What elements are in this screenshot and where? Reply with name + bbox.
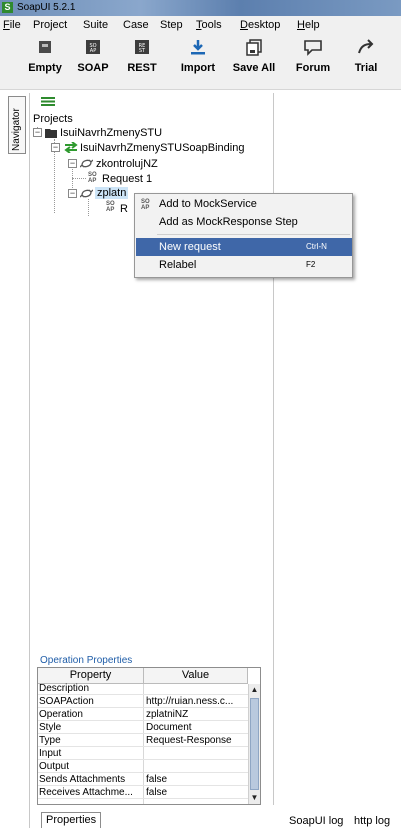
import-button[interactable]: Import bbox=[173, 38, 223, 74]
column-header-value[interactable]: Value bbox=[144, 668, 248, 684]
menu-item-shortcut: F2 bbox=[306, 260, 316, 269]
binding-collapse-toggle[interactable]: − bbox=[51, 143, 60, 152]
save-all-icon bbox=[246, 39, 262, 56]
operation-properties-title: Operation Properties bbox=[40, 655, 133, 666]
column-header-property[interactable]: Property bbox=[38, 668, 144, 684]
soap-request-icon: SO AP bbox=[88, 172, 97, 184]
soap-project-icon: SOAP bbox=[86, 40, 100, 54]
tree-project[interactable]: IsuiNavrhZmenySTU bbox=[60, 127, 162, 139]
tree-operation-zkontrolujnz[interactable]: zkontrolujNZ bbox=[96, 158, 158, 170]
window-title: SoapUI 5.2.1 bbox=[17, 2, 76, 13]
empty-button-label: Empty bbox=[28, 62, 62, 74]
save-all-button[interactable]: Save All bbox=[229, 38, 279, 74]
soapui-log-tab[interactable]: SoapUI log bbox=[289, 815, 343, 827]
operation-icon bbox=[80, 159, 93, 168]
tree-connector bbox=[88, 199, 89, 216]
context-menu: SO AP Add to MockService Add as MockRespo… bbox=[134, 193, 353, 278]
menu-project[interactable]: Project bbox=[33, 19, 67, 31]
menu-item-new-request[interactable]: New request Ctrl-N bbox=[136, 238, 352, 256]
menu-file[interactable]: File bbox=[3, 19, 21, 31]
save-all-button-label: Save All bbox=[232, 62, 276, 74]
scroll-up-arrow-icon[interactable]: ▲ bbox=[249, 684, 260, 696]
menu-item-label: Add as MockResponse Step bbox=[159, 216, 298, 228]
tree-view-icon[interactable] bbox=[41, 97, 55, 106]
menu-help[interactable]: Help bbox=[297, 19, 320, 31]
import-download-icon bbox=[191, 40, 205, 55]
project-folder-icon bbox=[45, 129, 57, 138]
menu-item-label: Relabel bbox=[159, 259, 197, 271]
soap-button[interactable]: SO AP SOAP bbox=[68, 38, 118, 74]
table-row[interactable]: Operation zplatniNZ bbox=[38, 709, 248, 721]
tree-binding[interactable]: IsuiNavrhZmenySTUSoapBinding bbox=[80, 142, 244, 154]
menu-item-shortcut: Ctrl-N bbox=[306, 242, 327, 251]
menu-item-add-as-mockresponse-step[interactable]: Add as MockResponse Step bbox=[136, 213, 352, 231]
soap-button-label: SOAP bbox=[77, 62, 109, 74]
trial-button[interactable]: Trial bbox=[341, 38, 391, 74]
table-row[interactable]: Sends Attachments false bbox=[38, 774, 248, 786]
import-button-label: Import bbox=[180, 62, 216, 74]
navigator-tab[interactable]: Navigator bbox=[8, 96, 26, 154]
menu-suite[interactable]: Suite bbox=[83, 19, 108, 31]
soapui-app-icon: S bbox=[2, 2, 13, 13]
forum-button[interactable]: Forum bbox=[288, 38, 338, 74]
http-log-tab[interactable]: http log bbox=[354, 815, 390, 827]
properties-scrollbar[interactable]: ▲ ▼ bbox=[248, 684, 260, 804]
interface-binding-icon bbox=[64, 142, 78, 153]
menu-case[interactable]: Case bbox=[123, 19, 149, 31]
trial-arrow-icon bbox=[358, 39, 374, 54]
svg-text:AP: AP bbox=[90, 48, 96, 54]
rest-project-icon: REST bbox=[135, 40, 149, 54]
soap-request-icon: SO AP bbox=[106, 201, 115, 213]
table-row[interactable]: Receives Attachme... false bbox=[38, 787, 248, 799]
menu-item-add-to-mockservice[interactable]: SO AP Add to MockService bbox=[136, 195, 352, 213]
navigator-tab-label: Navigator bbox=[11, 108, 22, 151]
menu-item-label: Add to MockService bbox=[159, 198, 257, 210]
properties-tab[interactable]: Properties bbox=[41, 812, 102, 828]
menu-item-label: New request bbox=[159, 241, 221, 253]
forum-chat-icon bbox=[304, 40, 322, 56]
menu-bar: File Project Suite Case Step Tools Deskt… bbox=[0, 16, 401, 34]
operation1-collapse-toggle[interactable]: − bbox=[68, 159, 77, 168]
table-row[interactable]: Style Document bbox=[38, 722, 248, 734]
menu-separator bbox=[157, 234, 350, 235]
operation-icon bbox=[80, 189, 93, 198]
table-row[interactable]: SOAPAction http://ruian.ness.c... bbox=[38, 696, 248, 708]
scroll-thumb[interactable] bbox=[250, 698, 259, 790]
menu-tools[interactable]: Tools bbox=[196, 19, 222, 31]
tree-operation-zplatninz-selected[interactable]: zplatn bbox=[95, 187, 129, 199]
menu-desktop[interactable]: Desktop bbox=[240, 19, 280, 31]
tree-connector bbox=[72, 178, 86, 179]
toolbar: Empty SO AP SOAP RE ST REST Import Save Al… bbox=[0, 34, 401, 90]
table-row[interactable]: Description bbox=[38, 683, 248, 695]
operation2-collapse-toggle[interactable]: − bbox=[68, 189, 77, 198]
empty-button[interactable]: Empty bbox=[20, 38, 70, 74]
trial-button-label: Trial bbox=[354, 62, 378, 74]
table-row[interactable]: Output bbox=[38, 761, 248, 773]
scroll-down-arrow-icon[interactable]: ▼ bbox=[249, 792, 260, 804]
table-row[interactable]: Input bbox=[38, 748, 248, 760]
table-row[interactable]: Type Request-Response bbox=[38, 735, 248, 747]
properties-table: Property Value Description SOAPAction htt… bbox=[37, 667, 261, 805]
tree-root-projects[interactable]: Projects bbox=[33, 113, 73, 125]
title-bar: S SoapUI 5.2.1 bbox=[0, 0, 401, 16]
rest-button-label: REST bbox=[127, 62, 157, 74]
project-collapse-toggle[interactable]: − bbox=[33, 128, 42, 137]
navigator-divider bbox=[29, 93, 30, 828]
tree-request-1[interactable]: Request 1 bbox=[102, 173, 152, 185]
rest-button[interactable]: RE ST REST bbox=[117, 38, 167, 74]
menu-step[interactable]: Step bbox=[160, 19, 183, 31]
forum-button-label: Forum bbox=[295, 62, 331, 74]
soap-icon: SO AP bbox=[141, 199, 150, 211]
tree-request-2[interactable]: R bbox=[120, 203, 128, 215]
menu-item-relabel[interactable]: Relabel F2 bbox=[136, 256, 352, 274]
empty-project-icon bbox=[39, 41, 51, 53]
svg-text:ST: ST bbox=[139, 48, 146, 54]
